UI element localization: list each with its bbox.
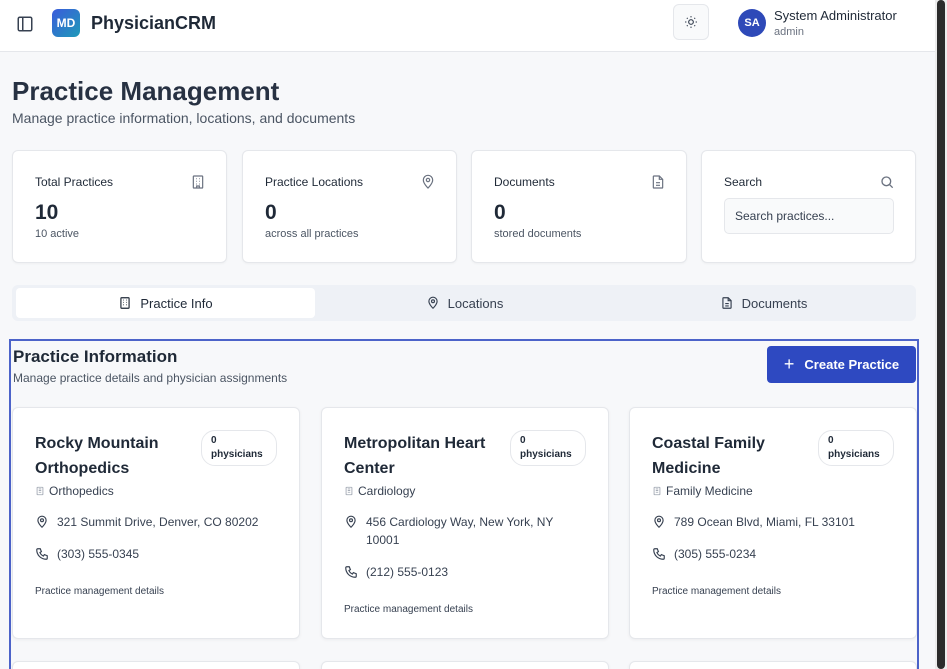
practice-specialty: Orthopedics: [35, 484, 114, 498]
practice-information-section: Practice Information Manage practice det…: [9, 339, 919, 669]
section-subtitle: Manage practice details and physician as…: [13, 371, 288, 385]
stat-label: Documents: [494, 175, 555, 189]
practice-phone: (212) 555-0123: [344, 563, 448, 581]
tab-documents[interactable]: Documents: [614, 288, 913, 318]
scrollbar-thumb[interactable]: [937, 0, 945, 669]
practice-address: 456 Cardiology Way, New York, NY 10001: [344, 513, 584, 549]
avatar[interactable]: SA: [738, 9, 766, 37]
create-practice-label: Create Practice: [804, 357, 900, 372]
page-subtitle: Manage practice information, locations, …: [12, 110, 356, 126]
phone-text: (212) 555-0123: [366, 565, 449, 579]
address-text: 321 Summit Drive, Denver, CO 80202: [57, 515, 259, 529]
plus-icon: +: [783, 354, 795, 374]
physician-count-badge: 0 physicians: [201, 430, 277, 466]
tab-locations[interactable]: Locations: [315, 288, 614, 318]
stat-value: 0: [494, 201, 506, 224]
user-role: admin: [774, 26, 804, 38]
practice-name: Coastal Family Medicine: [652, 435, 765, 477]
phone-icon: [345, 566, 357, 578]
practice-specialty: Family Medicine: [652, 484, 753, 498]
stat-card-total-practices: Total Practices 10 10 active: [12, 150, 227, 263]
practice-card[interactable]: Rocky Mountain Orthopedics 0 physicians …: [12, 407, 300, 639]
address-text: 789 Ocean Blvd, Miami, FL 33101: [674, 515, 855, 529]
physician-count-badge: 0 physicians: [818, 430, 894, 466]
scrollbar-track[interactable]: [935, 0, 947, 669]
search-icon: [879, 174, 895, 190]
tab-label: Practice Info: [140, 295, 213, 311]
tab-label: Documents: [741, 295, 808, 311]
page-title: Practice Management: [12, 76, 280, 106]
file-icon: [721, 297, 732, 309]
tab-practice-info[interactable]: Practice Info: [16, 288, 315, 318]
search-label: Search: [724, 175, 763, 189]
building-icon: [36, 486, 44, 496]
specialty-label: Family Medicine: [666, 484, 753, 498]
map-pin-icon: [37, 515, 47, 529]
phone-icon: [653, 548, 665, 560]
stat-sub: stored documents: [494, 228, 582, 240]
practice-card[interactable]: Coastal Family Medicine 0 physicians Fam…: [629, 407, 917, 639]
phone-text: (303) 555-0345: [57, 547, 140, 561]
practice-name: Metropolitan Heart Center: [344, 435, 486, 477]
phone-icon: [36, 548, 48, 560]
tab-list: Practice Info Locations Documents: [12, 285, 916, 321]
practice-card[interactable]: [321, 661, 609, 669]
practice-specialty: Cardiology: [344, 484, 415, 498]
building-icon: [120, 297, 131, 309]
building-icon: [190, 174, 206, 190]
specialty-label: Orthopedics: [49, 484, 114, 498]
stat-value: 0: [265, 201, 277, 224]
phone-text: (305) 555-0234: [674, 547, 757, 561]
address-text: 456 Cardiology Way, New York, NY 10001: [366, 515, 554, 547]
practice-card[interactable]: [12, 661, 300, 669]
app-logo[interactable]: MD: [52, 9, 80, 37]
building-icon: [345, 486, 353, 496]
stat-sub: across all practices: [265, 228, 359, 240]
sidebar-toggle-icon[interactable]: [16, 15, 34, 33]
physician-count-badge: 0 physicians: [510, 430, 586, 466]
practice-details: Practice management details: [652, 586, 781, 597]
practice-name: Rocky Mountain Orthopedics: [35, 435, 159, 477]
sun-icon: [685, 16, 697, 28]
stat-card-practice-locations: Practice Locations 0 across all practice…: [242, 150, 457, 263]
practice-card[interactable]: Metropolitan Heart Center 0 physicians C…: [321, 407, 609, 639]
stat-label: Practice Locations: [265, 175, 364, 189]
tab-label: Locations: [447, 295, 504, 311]
map-pin-icon: [420, 174, 436, 190]
practice-details: Practice management details: [344, 604, 473, 615]
stat-value: 10: [35, 201, 59, 224]
practice-phone: (303) 555-0345: [35, 545, 139, 563]
top-bar: MD PhysicianCRM SA System Administrator …: [0, 0, 935, 52]
stat-sub: 10 active: [35, 228, 80, 240]
search-input[interactable]: [724, 198, 894, 234]
stat-card-documents: Documents 0 stored documents: [471, 150, 687, 263]
map-pin-icon: [428, 296, 438, 310]
building-icon: [653, 486, 661, 496]
practice-phone: (305) 555-0234: [652, 545, 756, 563]
practice-address: 321 Summit Drive, Denver, CO 80202: [35, 513, 258, 531]
app-title[interactable]: PhysicianCRM: [91, 13, 216, 34]
map-pin-icon: [654, 515, 664, 529]
section-title: Practice Information: [13, 347, 178, 366]
theme-toggle-button[interactable]: [673, 4, 709, 40]
practice-address: 789 Ocean Blvd, Miami, FL 33101: [652, 513, 855, 531]
user-name[interactable]: System Administrator: [774, 8, 897, 23]
practice-card[interactable]: [629, 661, 917, 669]
map-pin-icon: [346, 515, 356, 529]
create-practice-button[interactable]: + Create Practice: [767, 346, 916, 383]
specialty-label: Cardiology: [358, 484, 416, 498]
stat-label: Total Practices: [35, 175, 114, 189]
practice-details: Practice management details: [35, 586, 164, 597]
search-card: Search: [701, 150, 916, 263]
file-icon: [650, 174, 666, 190]
